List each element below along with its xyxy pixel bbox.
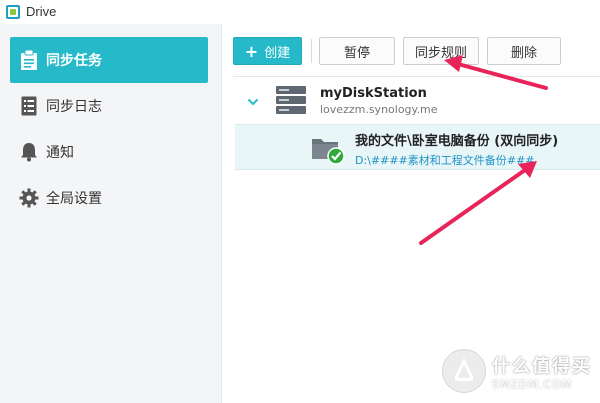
plus-icon: + bbox=[244, 41, 259, 61]
sidebar-item-sync-tasks[interactable]: 同步任务 bbox=[10, 37, 208, 83]
pause-button[interactable]: 暂停 bbox=[319, 37, 395, 65]
watermark-text-en: SMZDM.COM bbox=[492, 377, 573, 391]
server-icon bbox=[276, 86, 306, 114]
chevron-down-icon[interactable] bbox=[247, 93, 259, 106]
task-name: 我的文件\卧室电脑备份 (双向同步) bbox=[355, 134, 559, 149]
sidebar-item-label: 同步任务 bbox=[46, 53, 102, 69]
sidebar-item-label: 同步日志 bbox=[46, 99, 102, 115]
folder-synced-icon bbox=[311, 135, 345, 165]
sidebar: 同步任务 同步日志 通知 全局设置 bbox=[0, 24, 222, 403]
sync-task-row[interactable]: 我的文件\卧室电脑备份 (双向同步) D:\####素材和工程文件备份### bbox=[235, 124, 600, 170]
sync-rules-button[interactable]: 同步规则 bbox=[403, 37, 479, 65]
gear-icon bbox=[18, 187, 40, 209]
toolbar-separator bbox=[233, 76, 600, 77]
sidebar-item-notifications[interactable]: 通知 bbox=[10, 129, 208, 175]
watermark: 什么值得买 SMZDM.COM bbox=[442, 349, 592, 393]
sidebar-item-label: 全局设置 bbox=[46, 191, 102, 207]
smzdm-logo-icon bbox=[442, 349, 486, 393]
delete-button[interactable]: 删除 bbox=[487, 37, 561, 65]
create-button-label: 创建 bbox=[264, 45, 291, 61]
task-path: D:\####素材和工程文件备份### bbox=[355, 154, 535, 167]
clipboard-icon bbox=[18, 49, 40, 71]
drive-logo-icon bbox=[6, 5, 20, 19]
annotation-arrow-task bbox=[419, 161, 537, 245]
log-list-icon bbox=[18, 95, 40, 117]
toolbar-divider bbox=[311, 39, 312, 63]
server-name: myDiskStation bbox=[320, 86, 427, 101]
bell-icon bbox=[18, 141, 40, 163]
sidebar-item-global-settings[interactable]: 全局设置 bbox=[10, 175, 208, 221]
server-host: lovezzm.synology.me bbox=[320, 103, 438, 116]
sidebar-item-sync-log[interactable]: 同步日志 bbox=[10, 83, 208, 129]
title-bar: Drive bbox=[0, 0, 600, 24]
watermark-text-cn: 什么值得买 bbox=[492, 355, 592, 377]
create-button[interactable]: + 创建 bbox=[233, 37, 302, 65]
sidebar-item-label: 通知 bbox=[46, 145, 74, 161]
app-title: Drive bbox=[26, 4, 57, 19]
